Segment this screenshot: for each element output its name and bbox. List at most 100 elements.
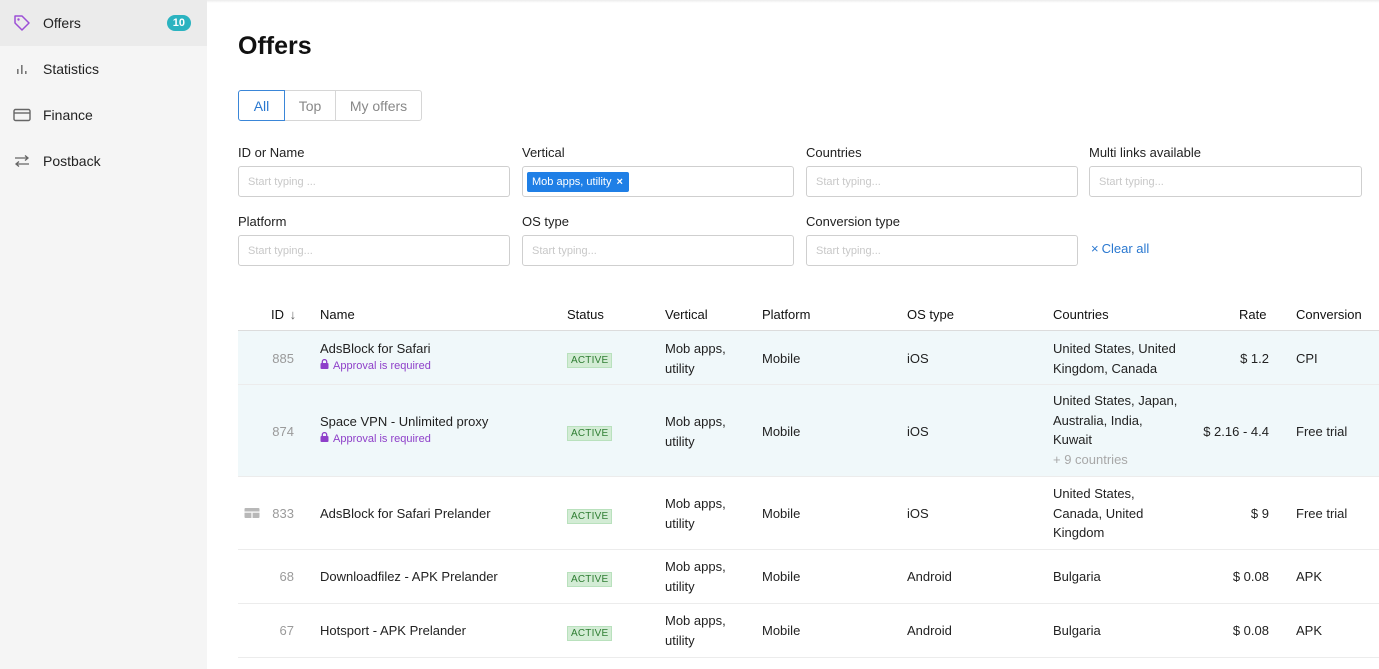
os-cell: iOS [907,424,929,439]
countries-line: Kuwait [1053,432,1093,447]
offer-name[interactable]: Hotsport - APK Prelander [320,621,466,641]
offer-name[interactable]: Downloadfilez - APK Prelander [320,567,498,587]
chip-label: Mob apps, utility [532,175,612,188]
countries-cell: Bulgaria [1053,621,1101,641]
column-header-rate[interactable]: Rate [1239,307,1266,322]
os-cell: Android [907,623,952,638]
sidebar-item-label: Offers [43,15,81,31]
countries-line: Bulgaria [1053,569,1101,584]
main-content: Offers All Top My offers ID or Name Star… [238,0,1379,669]
card-icon [12,105,32,125]
vertical-input[interactable]: Mob apps, utility × [522,166,794,197]
sidebar-item-statistics[interactable]: Statistics [0,46,207,92]
bar-chart-icon [12,59,32,79]
offer-name[interactable]: AdsBlock for Safari Prelander [320,504,491,524]
clear-all-button[interactable]: × Clear all [1091,241,1149,256]
vertical-line: Mob apps, [665,613,726,628]
status-badge: ACTIVE [567,353,613,369]
countries-line: United States, [1053,486,1135,501]
id-or-name-input[interactable]: Start typing ... [238,166,510,197]
vertical-line: Mob apps, [665,414,726,429]
offer-name[interactable]: Space VPN - Unlimited proxy [320,412,488,432]
tab-all[interactable]: All [238,90,285,121]
vertical-line: utility [665,433,695,449]
rate-cell: $ 1.2 [1240,351,1269,366]
vertical-chip: Mob apps, utility × [527,171,629,192]
swap-arrows-icon [12,151,32,171]
conversion-cell: Free trial [1296,506,1348,521]
multi-links-input[interactable]: Start typing... [1089,166,1362,197]
column-header-conversion[interactable]: Conversion [1296,307,1379,322]
vertical-cell: Mob apps, utility [665,339,726,378]
os-cell: iOS [907,506,929,521]
vertical-label: Vertical [522,145,565,160]
countries-input[interactable]: Start typing... [806,166,1078,197]
platform-cell: Mobile [762,506,801,521]
conversion-cell: Free trial [1296,424,1348,439]
more-countries-link[interactable]: + 9 countries [1053,450,1177,470]
column-header-platform[interactable]: Platform [762,307,810,322]
sidebar-item-finance[interactable]: Finance [0,92,207,138]
column-header-name[interactable]: Name [320,307,355,322]
platform-cell: Mobile [762,424,801,439]
os-type-input[interactable]: Start typing... [522,235,794,266]
table-row[interactable]: 833 AdsBlock for Safari Prelander ACTIVE… [238,477,1379,550]
countries-line: Canada, United [1053,505,1144,521]
vertical-line: Mob apps, [665,341,726,356]
countries-line: Kingdom [1053,525,1105,540]
column-header-status[interactable]: Status [567,307,604,322]
lock-icon [320,431,329,447]
vertical-line: Mob apps, [665,559,726,574]
rate-cell: $ 0.08 [1232,623,1269,638]
table-header: ID ↓ Name Status Vertical Platform OS ty… [238,298,1379,331]
tab-top[interactable]: Top [284,90,336,121]
countries-line: Kingdom, Canada [1053,360,1158,376]
platform-input[interactable]: Start typing... [238,235,510,266]
countries-line: United States, United [1053,341,1176,356]
countries-label: Countries [806,145,862,160]
close-icon: × [1091,241,1099,256]
platform-label: Platform [238,214,287,229]
offer-id: 67 [279,623,294,638]
table-row[interactable]: 885 AdsBlock for Safari Approval is requ… [238,331,1379,385]
vertical-line: utility [665,515,695,531]
table-row[interactable]: 67 Hotsport - APK Prelander ACTIVE Mob a… [238,604,1379,658]
offer-name-cell: Hotsport - APK Prelander [320,621,466,641]
conversion-type-input[interactable]: Start typing... [806,235,1078,266]
countries-cell: Bulgaria [1053,567,1101,587]
conversion-cell: APK [1296,623,1323,638]
countries-line: United States, Japan, [1053,393,1178,408]
offer-name-cell: Downloadfilez - APK Prelander [320,567,498,587]
platform-cell: Mobile [762,351,801,366]
countries-cell: United States, United Kingdom, Canada [1053,339,1176,378]
status-badge: ACTIVE [567,572,613,588]
vertical-line: utility [665,632,695,648]
countries-cell: United States, Canada, United Kingdom [1053,484,1143,543]
status-cell: ACTIVE [567,568,613,588]
os-cell: Android [907,569,952,584]
sidebar-item-label: Finance [43,107,93,123]
table-row[interactable]: 874 Space VPN - Unlimited proxy Approval… [238,385,1379,477]
vertical-cell: Mob apps, utility [665,412,726,451]
sidebar-item-postback[interactable]: Postback [0,138,207,184]
countries-line: Bulgaria [1053,623,1101,638]
page-title: Offers [238,32,312,60]
column-header-vertical[interactable]: Vertical [665,307,708,322]
approval-label: Approval is required [333,432,431,445]
offers-count-badge: 10 [166,15,191,31]
column-header-label: ID [271,307,284,322]
table-row[interactable]: 68 Downloadfilez - APK Prelander ACTIVE … [238,550,1379,604]
sidebar: Offers 10 Statistics Finance Postback [0,0,207,669]
tab-my-offers[interactable]: My offers [335,90,422,121]
offer-name[interactable]: AdsBlock for Safari [320,339,431,359]
conversion-cell: APK [1296,569,1323,584]
column-header-id[interactable]: ID ↓ [271,307,296,322]
chip-remove-icon[interactable]: × [616,176,622,188]
offer-id: 874 [272,424,294,439]
column-header-os-type[interactable]: OS type [907,307,954,322]
lock-icon [320,358,329,374]
sidebar-item-offers[interactable]: Offers 10 [0,0,207,46]
tag-icon [12,13,32,33]
sidebar-item-label: Postback [43,153,101,169]
column-header-countries[interactable]: Countries [1053,307,1109,322]
